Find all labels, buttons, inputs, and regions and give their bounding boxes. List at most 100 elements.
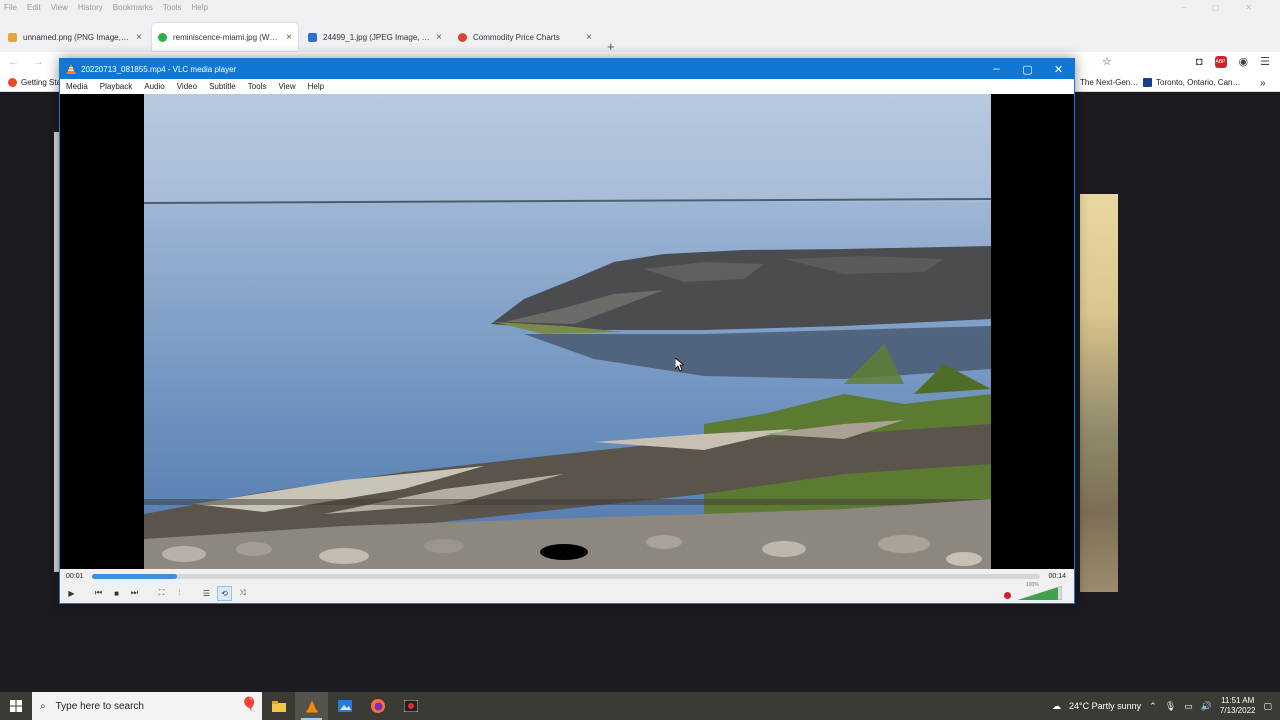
speaker-icon[interactable]: 🔊 [1201,701,1212,712]
extension-icon[interactable]: ◉ [1239,55,1249,68]
image-favicon-icon [8,32,17,42]
taskbar-search-box[interactable]: ⌕ Type here to search 🎈 [32,692,262,720]
shuffle-button[interactable]: ⤨ [235,586,250,601]
firefox-tab-strip: unnamed.png (PNG Image, 35… × reminiscen… [0,14,1280,54]
folder-icon [271,700,286,712]
vlc-window-title: 20220713_081855.mp4 - VLC media player [81,64,237,74]
vlc-minimize-icon[interactable]: – [981,59,1012,79]
vlc-menu-video[interactable]: Video [177,82,203,91]
menu-bookmarks[interactable]: Bookmarks [113,3,153,12]
hamburger-menu-icon[interactable]: ☰ [1260,55,1270,68]
playlist-button[interactable]: ☰ [199,586,214,601]
close-tab-icon[interactable]: × [586,32,592,43]
network-icon[interactable]: ▭ [1184,701,1193,712]
tab-title: Commodity Price Charts [473,32,560,42]
windows-logo-icon [10,700,22,712]
tab-24499-jpg[interactable]: 24499_1.jpg (JPEG Image, 728… × [302,23,448,51]
screen-recorder-icon [403,700,418,712]
image-favicon-icon [158,32,167,42]
vlc-maximize-icon[interactable]: ▢ [1012,59,1043,79]
seek-bar-progress [91,573,177,579]
vlc-title-bar[interactable]: 20220713_081855.mp4 - VLC media player –… [60,59,1074,79]
search-icon: ⌕ [40,700,46,712]
tab-commodity-price-charts[interactable]: Commodity Price Charts × [452,23,598,51]
vlc-menu-playback[interactable]: Playback [100,82,138,91]
clock[interactable]: 11:51 AM 7/13/2022 [1220,696,1256,716]
windows-taskbar: ⌕ Type here to search 🎈 ☁ 24°C Partly su… [0,692,1280,720]
notifications-icon[interactable]: ▢ [1263,701,1272,712]
fullscreen-button[interactable]: ⛶ [154,586,169,601]
file-explorer-taskbar-icon[interactable] [262,692,295,720]
vlc-menu-help[interactable]: Help [308,82,330,91]
volume-control[interactable]: 100% [1004,582,1062,600]
vlc-menu-subtitle[interactable]: Subtitle [209,82,242,91]
vlc-cone-icon [306,700,317,712]
weather-text[interactable]: 24°C Partly sunny [1069,701,1141,711]
search-highlight-doodle-icon: 🎈 [240,696,258,712]
weather-site-icon [1143,78,1152,87]
loop-button[interactable]: ⟲ [217,585,232,601]
next-button[interactable]: ⏭ [127,586,142,601]
vlc-menu-bar: Media Playback Audio Video Subtitle Tool… [60,79,1074,94]
minimize-icon[interactable]: – [1181,3,1185,12]
vlc-taskbar-icon[interactable] [295,692,328,720]
close-tab-icon[interactable]: × [136,32,142,43]
vlc-menu-media[interactable]: Media [66,82,94,91]
volume-slider[interactable] [1018,586,1062,600]
firefox-menu-bar: File Edit View History Bookmarks Tools H… [0,0,1280,14]
vlc-menu-view[interactable]: View [278,82,301,91]
video-frame-lake-scene [144,94,991,569]
photos-taskbar-icon[interactable] [328,692,361,720]
close-tab-icon[interactable]: × [436,32,442,43]
back-arrow-icon[interactable]: ← [8,56,19,68]
tab-reminiscence-miami[interactable]: reminiscence-miami.jpg (WEB… × [152,23,298,51]
bookmarks-overflow-icon[interactable]: » [1260,78,1266,89]
pocket-icon[interactable]: ◘ [1196,56,1203,68]
menu-edit[interactable]: Edit [27,3,41,12]
close-tab-icon[interactable]: × [286,32,292,43]
menu-tools[interactable]: Tools [163,3,182,12]
tab-unnamed-png[interactable]: unnamed.png (PNG Image, 35… × [2,23,148,51]
adblock-plus-icon[interactable]: ABP [1214,55,1227,68]
firefox-window-controls: – ▢ ✕ [1181,3,1280,12]
play-button[interactable]: ▶ [64,586,79,601]
tab-title: unnamed.png (PNG Image, 35… [23,32,131,42]
mute-icon[interactable] [1004,592,1011,599]
firefox-icon [8,78,17,87]
vlc-window: 20220713_081855.mp4 - VLC media player –… [59,58,1075,604]
video-display[interactable] [60,94,1074,569]
vlc-cone-icon [66,64,76,74]
previous-button[interactable]: ⏮ [91,586,106,601]
stop-button[interactable]: ■ [109,586,124,601]
bookmark-next-gen[interactable]: The Next-Gen… [1080,78,1138,87]
start-button[interactable] [0,692,32,720]
clock-time: 11:51 AM [1221,696,1255,705]
vlc-menu-audio[interactable]: Audio [144,82,170,91]
close-icon[interactable]: ✕ [1245,3,1252,12]
tray-overflow-icon[interactable]: ⌃ [1149,701,1157,712]
microphone-icon[interactable]: 🎙 [1165,701,1176,712]
menu-file[interactable]: File [4,3,17,12]
photos-icon [337,700,352,712]
clock-date: 7/13/2022 [1219,706,1256,715]
seek-bar[interactable] [91,573,1041,579]
bookmark-toronto[interactable]: Toronto, Ontario, Can… [1143,78,1240,87]
extended-settings-button[interactable]: ⫶ [172,586,187,601]
maximize-icon[interactable]: ▢ [1212,3,1220,12]
firefox-taskbar-icon[interactable] [361,692,394,720]
forward-arrow-icon[interactable]: → [33,56,44,68]
menu-view[interactable]: View [51,3,68,12]
bookmark-star-icon[interactable]: ☆ [1102,55,1112,68]
background-city-photo [1080,194,1118,592]
weather-cloud-icon: ☁ [1052,700,1062,711]
vlc-menu-tools[interactable]: Tools [248,82,273,91]
screen-recorder-taskbar-icon[interactable] [394,692,427,720]
tab-title: 24499_1.jpg (JPEG Image, 728… [323,32,431,42]
mouse-pointer-icon [675,358,684,372]
playback-controls: ▶ ⏮ ■ ⏭ ⛶ ⫶ ☰ ⟲ ⤨ 100% [60,582,1074,603]
vlc-close-icon[interactable]: ✕ [1043,59,1074,79]
menu-history[interactable]: History [78,3,103,12]
menu-help[interactable]: Help [191,3,207,12]
chart-favicon-icon [458,32,467,42]
time-total: 00:14 [1048,572,1066,580]
